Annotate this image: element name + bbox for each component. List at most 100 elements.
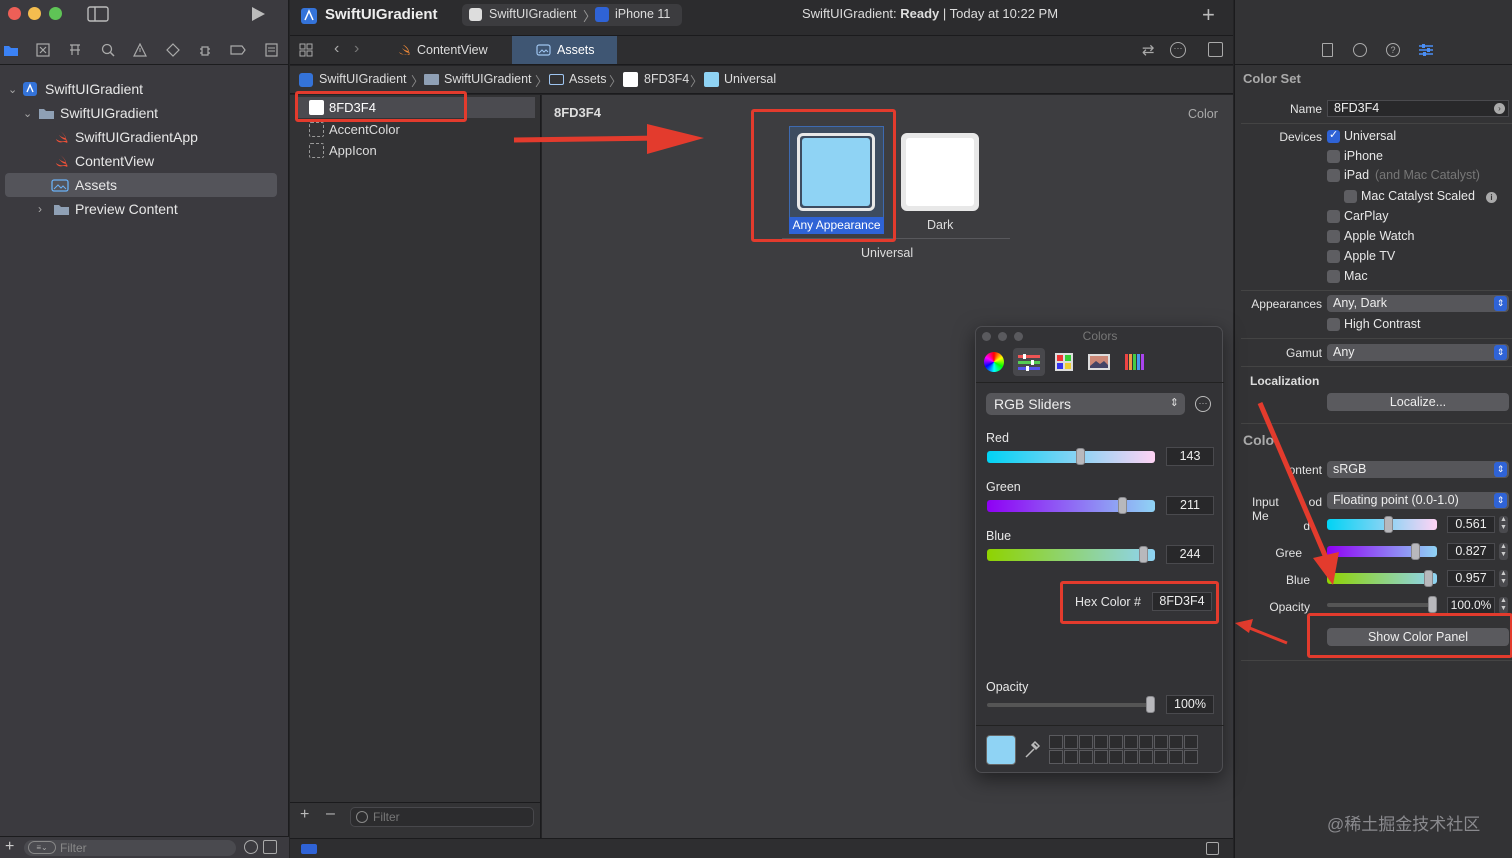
forward-icon[interactable]: › [354, 40, 359, 58]
asset-filter-field[interactable]: Filter [350, 807, 534, 827]
debug-area-icon[interactable] [301, 844, 317, 854]
opacity-value-field[interactable]: 100% [1166, 695, 1214, 714]
name-field[interactable]: 8FD3F4 › [1327, 100, 1509, 117]
pencils-icon[interactable] [1122, 352, 1146, 372]
zoom-window-button[interactable] [49, 7, 62, 20]
navigator-filter-field[interactable]: ≡⌄ Filter [24, 840, 236, 856]
more-options-icon[interactable]: ··· [1195, 396, 1211, 412]
color-wheel-icon[interactable] [984, 352, 1004, 372]
slider-knob[interactable] [1118, 497, 1128, 514]
asset-item-appicon[interactable]: AppIcon [295, 140, 535, 161]
nav-item-group[interactable]: ⌄ SwiftUIGradient [0, 101, 289, 125]
checkbox-carplay[interactable] [1327, 210, 1340, 223]
debug-icon[interactable] [196, 42, 214, 58]
slider-knob[interactable] [1410, 543, 1420, 560]
filter-options-icon[interactable]: ≡⌄ [28, 841, 56, 854]
color-palettes-icon[interactable] [1053, 352, 1075, 372]
nav-item-assets[interactable]: Assets [5, 173, 277, 197]
toggle-debug-icon[interactable] [1206, 842, 1219, 855]
breadcrumb-item[interactable]: 8FD3F4 [644, 72, 689, 86]
asset-item-accentcolor[interactable]: AccentColor [295, 119, 535, 140]
related-items-icon[interactable]: ⇄ [1142, 41, 1155, 59]
slider-knob[interactable] [1139, 546, 1149, 563]
test-icon[interactable] [164, 42, 182, 58]
report-icon[interactable] [262, 42, 280, 58]
green-stepper[interactable]: ▲ ▼ [1499, 543, 1508, 560]
checkbox-mac[interactable] [1327, 270, 1340, 283]
disclosure-open-icon[interactable]: ⌄ [23, 107, 32, 120]
color-sliders-tab[interactable] [1013, 348, 1045, 376]
slider-knob[interactable] [1428, 596, 1437, 613]
checkbox-apple-watch[interactable] [1327, 230, 1340, 243]
green-slider[interactable] [987, 497, 1155, 514]
history-icon[interactable] [1353, 43, 1367, 57]
help-icon[interactable]: ? [1386, 43, 1400, 57]
disclosure-open-icon[interactable]: ⌄ [8, 83, 17, 96]
red-value-field[interactable]: 143 [1166, 447, 1214, 466]
find-icon[interactable] [99, 42, 117, 58]
nav-item-contentview-file[interactable]: ContentView [0, 149, 289, 173]
blue-stepper[interactable]: ▲ ▼ [1499, 570, 1508, 587]
recent-files-icon[interactable] [244, 840, 258, 854]
source-control-icon[interactable] [34, 42, 52, 58]
image-palettes-icon[interactable] [1087, 352, 1111, 372]
tab-contentview[interactable]: ContentView [386, 36, 512, 64]
nav-item-preview-content[interactable]: › Preview Content [0, 197, 289, 221]
breakpoint-icon[interactable] [229, 42, 247, 58]
checkbox-high-contrast[interactable] [1327, 318, 1340, 331]
opacity-slider[interactable] [987, 696, 1155, 713]
grid-icon[interactable] [298, 42, 314, 58]
add-icon[interactable]: + [1202, 2, 1215, 28]
tab-assets[interactable]: Assets [512, 36, 617, 64]
red-stepper[interactable]: ▲ ▼ [1499, 516, 1508, 533]
checkbox-iphone[interactable] [1327, 150, 1340, 163]
more-options-icon[interactable]: ··· [1170, 42, 1186, 58]
breadcrumb-item[interactable]: SwiftUIGradient [444, 72, 532, 86]
nav-item-project[interactable]: ⌄ SwiftUIGradient [0, 77, 289, 101]
green-value-field[interactable]: 211 [1166, 496, 1214, 515]
source-control-filter-icon[interactable] [263, 840, 277, 854]
slider-knob[interactable] [1423, 570, 1433, 587]
opacity-stepper[interactable]: ▲ ▼ [1499, 597, 1508, 614]
checkbox-universal[interactable]: ✓ [1327, 129, 1340, 143]
opacity-value-field[interactable]: 100.0% [1447, 597, 1495, 614]
info-icon[interactable]: i [1486, 192, 1497, 203]
minimize-window-button[interactable] [28, 7, 41, 20]
folder-icon[interactable] [2, 42, 20, 58]
file-inspector-icon[interactable] [1322, 43, 1333, 57]
nav-item-app-file[interactable]: SwiftUIGradientApp [0, 125, 289, 149]
blue-slider[interactable] [987, 546, 1155, 563]
checkbox-ipad[interactable] [1327, 169, 1340, 182]
color-well-dark[interactable] [901, 133, 979, 211]
green-value-field[interactable]: 0.827 [1447, 543, 1495, 560]
swatch-grid[interactable] [1049, 735, 1198, 764]
add-icon[interactable]: + [5, 838, 14, 856]
eyedropper-icon[interactable] [1022, 739, 1042, 761]
disclosure-closed-icon[interactable]: › [38, 202, 42, 216]
back-icon[interactable]: ‹ [334, 40, 339, 58]
scheme-selector[interactable]: SwiftUIGradient 〉 iPhone 11 [462, 4, 682, 26]
go-icon[interactable]: › [1494, 103, 1505, 114]
slider-knob[interactable] [1076, 448, 1086, 465]
red-value-field[interactable]: 0.561 [1447, 516, 1495, 533]
run-icon[interactable] [246, 4, 270, 24]
blue-value-field[interactable]: 0.957 [1447, 570, 1495, 587]
breadcrumb-item[interactable]: SwiftUIGradient [319, 72, 407, 86]
close-window-button[interactable] [8, 7, 21, 20]
slider-knob[interactable] [1383, 516, 1393, 533]
red-slider[interactable] [987, 448, 1155, 465]
appearances-popup[interactable]: Any, Dark ⇕ [1327, 295, 1509, 312]
checkbox-mac-catalyst-scaled[interactable] [1344, 190, 1357, 203]
add-editor-icon[interactable] [1208, 42, 1223, 57]
sidebar-toggle-icon[interactable] [86, 4, 110, 24]
symbol-icon[interactable] [66, 42, 84, 58]
gamut-popup[interactable]: Any ⇕ [1327, 344, 1509, 361]
current-color-well[interactable] [986, 735, 1016, 765]
blue-value-field[interactable]: 244 [1166, 545, 1214, 564]
slider-knob[interactable] [1146, 696, 1155, 713]
breadcrumb-item[interactable]: Universal [724, 72, 776, 86]
attributes-inspector-icon[interactable] [1417, 42, 1435, 58]
add-icon[interactable]: + [300, 806, 309, 824]
slider-mode-popup[interactable]: RGB Sliders ⇕ [986, 393, 1185, 415]
remove-icon[interactable]: – [326, 805, 335, 823]
